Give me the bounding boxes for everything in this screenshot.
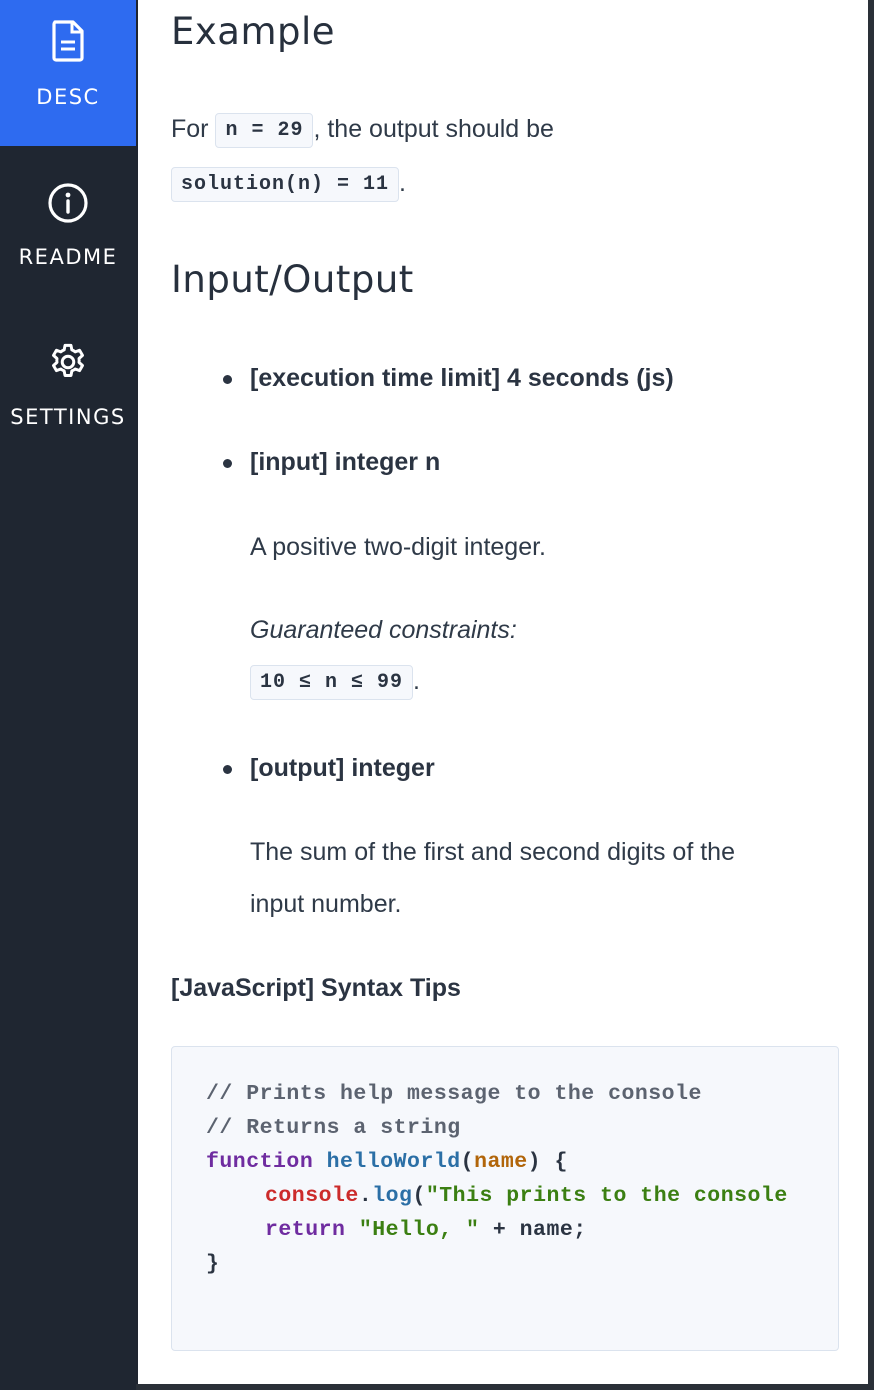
app-window: DESC README SETTINGS Example For n = 29 …: [0, 0, 874, 1390]
input-item: [input] integer n: [222, 448, 441, 476]
example-for-text: For: [171, 115, 209, 144]
syntax-tips-heading: [JavaScript] Syntax Tips: [171, 974, 461, 1002]
sidebar-item-desc[interactable]: DESC: [0, 0, 136, 146]
example-input-code: n = 29: [215, 113, 314, 148]
info-icon: [0, 182, 136, 224]
constraints-label: Guaranteed constraints:: [250, 616, 517, 644]
code-line-return: return "Hello, " + name;: [265, 1218, 587, 1242]
code-line-function-signature: function helloWorld(name) {: [206, 1150, 568, 1174]
sidebar-item-label: README: [18, 245, 118, 269]
syntax-code-block: // Prints help message to the console //…: [171, 1046, 839, 1351]
input-description: A positive two-digit integer.: [250, 533, 546, 561]
output-description-line2: input number.: [250, 890, 402, 918]
example-sentence: For n = 29, the output should be: [171, 113, 554, 148]
example-output-code: solution(n) = 11: [171, 167, 400, 202]
example-heading: Example: [171, 10, 336, 53]
constraints-code: 10 ≤ n ≤ 99: [250, 665, 414, 700]
time-limit-item: [execution time limit] 4 seconds (js): [223, 364, 674, 392]
example-period: .: [399, 169, 406, 198]
output-description-line1: The sum of the first and second digits o…: [250, 838, 735, 866]
code-line-comment-2: // Returns a string: [206, 1116, 461, 1140]
sidebar: DESC README SETTINGS: [0, 0, 136, 1390]
code-line-console-log: console.log("This prints to the console: [265, 1184, 788, 1208]
io-heading: Input/Output: [171, 258, 414, 301]
sidebar-item-settings[interactable]: SETTINGS: [0, 292, 136, 438]
panel-border-bottom: [136, 1384, 874, 1390]
code-line-closing-brace: }: [206, 1252, 220, 1276]
constraints-period: .: [413, 667, 420, 696]
example-after-input: , the output should be: [313, 115, 554, 144]
code-line-comment-1: // Prints help message to the console: [206, 1082, 702, 1106]
sidebar-item-label: DESC: [36, 85, 100, 109]
sidebar-item-readme[interactable]: README: [0, 146, 136, 292]
document-icon: [0, 20, 136, 62]
output-item: [output] integer: [223, 754, 435, 782]
sidebar-item-label: SETTINGS: [10, 405, 126, 429]
constraints-line: 10 ≤ n ≤ 99.: [250, 665, 420, 700]
panel-border-right: [868, 0, 874, 1390]
gear-icon: [0, 341, 136, 383]
example-output-line: solution(n) = 11.: [171, 167, 406, 202]
description-panel: Example For n = 29, the output should be…: [138, 0, 868, 1384]
